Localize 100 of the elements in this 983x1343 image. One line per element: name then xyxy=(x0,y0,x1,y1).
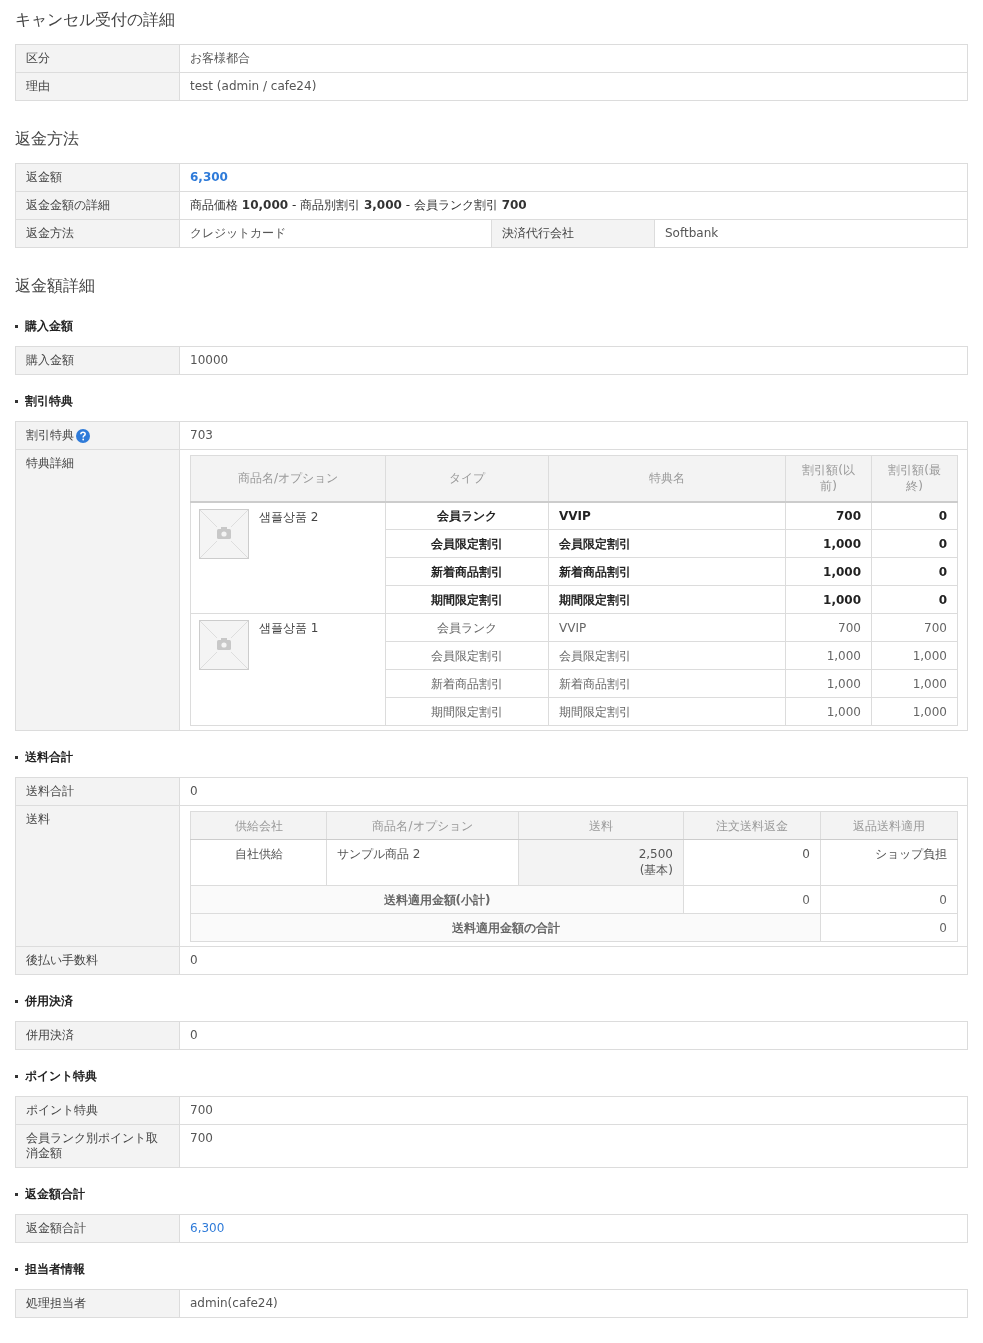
subsection-title: 併用決済 xyxy=(25,992,73,1010)
row-value: 0 xyxy=(179,777,968,806)
table-cell: 0 xyxy=(683,839,821,886)
table-cell: 1,000 xyxy=(871,669,958,698)
row-value: 700 xyxy=(179,1096,968,1125)
row-label: 購入金額 xyxy=(15,346,180,375)
table-cell: 700 xyxy=(785,613,872,642)
table-cell: 会員ランク xyxy=(385,613,549,642)
table-cell: 700 xyxy=(785,501,872,530)
row-label: 返金額 xyxy=(15,163,180,192)
shipping-fee: 2,500 xyxy=(637,846,673,862)
row-value: お客様都合 xyxy=(179,44,968,73)
table-cell: 1,000 xyxy=(785,585,872,614)
table-cell: 期間限定割引 xyxy=(548,585,786,614)
subsection-title: 購入金額 xyxy=(25,317,73,335)
table-cell: VVIP xyxy=(548,613,786,642)
row-value: Softbank xyxy=(664,225,720,242)
subsection-title: 送料合計 xyxy=(25,748,73,766)
row-value: 商品価格 10,000 - 商品別割引 3,000 - 会員ランク割引 700 xyxy=(179,191,968,220)
table-cell: 会員限定割引 xyxy=(548,529,786,558)
row-label: 返金金額の詳細 xyxy=(15,191,180,220)
table-cell: 1,000 xyxy=(871,697,958,726)
table-cell: 新着商品割引 xyxy=(385,557,549,586)
table-cell: 1,000 xyxy=(785,697,872,726)
table-cell: 0 xyxy=(683,885,821,914)
table-cell: 1,000 xyxy=(785,641,872,670)
row-label: ポイント特典 xyxy=(15,1096,180,1125)
row-value: 0 xyxy=(179,1021,968,1050)
table-cell: 会員限定割引 xyxy=(385,529,549,558)
bullet-icon xyxy=(15,999,18,1003)
column-header: 注文送料返金 xyxy=(683,811,821,840)
column-header: 商品名/オプション xyxy=(190,455,386,502)
section-title: キャンセル受付の詳細 xyxy=(15,9,176,31)
section-title: 返金方法 xyxy=(15,128,80,150)
table-cell: 送料適用金額(小計) xyxy=(190,885,684,914)
row-label: 特典詳細 xyxy=(15,449,180,731)
column-header: 割引額(最終) xyxy=(871,455,958,502)
refund-amount: 6,300 xyxy=(179,1214,968,1243)
bullet-icon xyxy=(15,324,18,328)
row-label: 送料合計 xyxy=(15,777,180,806)
row-label: 返金額合計 xyxy=(15,1214,180,1243)
row-value: test (admin / cafe24) xyxy=(179,72,968,101)
column-header: タイプ xyxy=(385,455,549,502)
table-cell: 1,000 xyxy=(871,641,958,670)
help-icon[interactable] xyxy=(76,428,90,443)
table-cell: 会員限定割引 xyxy=(385,641,549,670)
table-cell: 新着商品割引 xyxy=(548,557,786,586)
table-cell: VVIP xyxy=(548,501,786,530)
column-header: 返品送料適用 xyxy=(820,811,958,840)
row-label: 後払い手数料 xyxy=(15,946,180,975)
row-label: 処理担当者 xyxy=(15,1289,180,1318)
table-cell: 期間限定割引 xyxy=(385,697,549,726)
table-cell: 1,000 xyxy=(785,669,872,698)
column-header: 商品名/オプション xyxy=(326,811,519,840)
row-label-text: 割引特典 xyxy=(26,428,74,442)
table-cell: 期間限定割引 xyxy=(385,585,549,614)
column-header: 特典名 xyxy=(548,455,786,502)
bullet-icon xyxy=(15,399,18,403)
bullet-icon xyxy=(15,1074,18,1078)
table-cell: ショップ負担 xyxy=(820,839,958,886)
table-cell: 新着商品割引 xyxy=(548,669,786,698)
subsection-title: 返金額合計 xyxy=(25,1185,85,1203)
table-cell: 会員ランク xyxy=(385,501,549,530)
table-cell: 0 xyxy=(820,913,958,942)
subsection-title: ポイント特典 xyxy=(25,1067,97,1085)
row-label: 決済代行会社 xyxy=(491,220,655,247)
subsection-title: 担当者情報 xyxy=(25,1260,85,1278)
table-cell: 新着商品割引 xyxy=(385,669,549,698)
table-cell: 0 xyxy=(871,501,958,530)
image-placeholder xyxy=(199,508,249,559)
row-value: admin(cafe24) xyxy=(179,1289,968,1318)
table-cell: 自社供給 xyxy=(190,839,327,886)
section-title: 返金額詳細 xyxy=(15,275,96,297)
row-value: 700 xyxy=(179,1124,968,1168)
row-value: 10000 xyxy=(179,346,968,375)
table-cell: サンプル商品 2 xyxy=(326,839,519,886)
column-header: 供給会社 xyxy=(190,811,327,840)
table-cell: 会員限定割引 xyxy=(548,641,786,670)
table-cell: 1,000 xyxy=(785,529,872,558)
shipping-fee-note: (基本) xyxy=(638,862,673,878)
row-label: 理由 xyxy=(15,72,180,101)
column-header: 送料 xyxy=(518,811,684,840)
product-name: 샘플상품 1 xyxy=(259,620,319,636)
table-cell: 期間限定割引 xyxy=(548,697,786,726)
table-cell: 1,000 xyxy=(785,557,872,586)
subsection-title: 割引特典 xyxy=(25,392,73,410)
product-name: 샘플상품 2 xyxy=(259,508,319,525)
table-cell: 0 xyxy=(871,557,958,586)
table-cell: 0 xyxy=(871,529,958,558)
image-placeholder xyxy=(199,620,249,670)
table-cell: 0 xyxy=(820,885,958,914)
row-label: 送料 xyxy=(15,805,180,947)
table-cell: 送料適用金額の合計 xyxy=(190,913,821,942)
row-value: 0 xyxy=(179,946,968,975)
row-value: クレジットカード xyxy=(189,225,287,242)
row-value: 703 xyxy=(179,421,968,450)
column-header: 割引額(以前) xyxy=(785,455,872,502)
row-label: 会員ランク別ポイント取消金額 xyxy=(15,1124,180,1168)
row-label: 返金方法 xyxy=(15,219,180,248)
refund-amount: 6,300 xyxy=(179,163,968,192)
